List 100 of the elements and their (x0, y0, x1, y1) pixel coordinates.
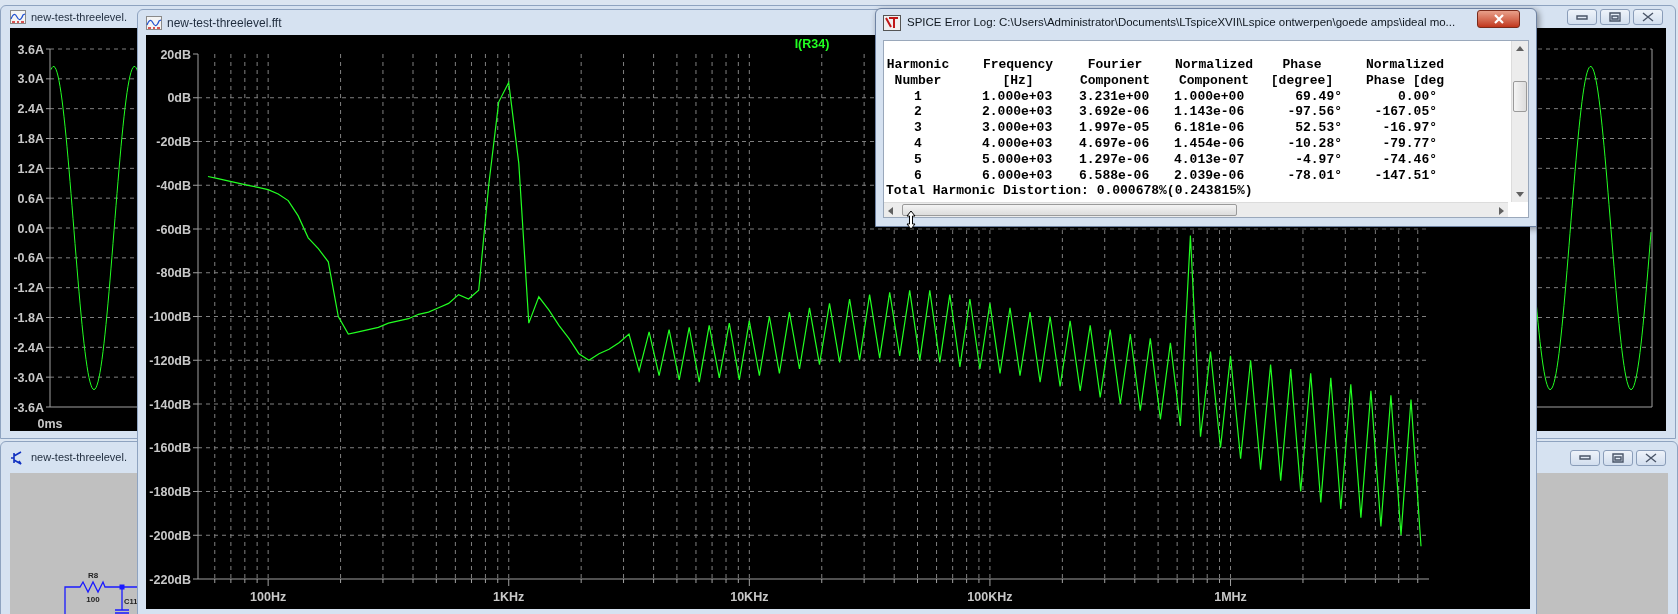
table-cell-text: 1 (913, 88, 923, 105)
table-cell-text: 69.49° (1294, 88, 1342, 105)
axis-label: 10KHz (730, 590, 769, 604)
axis-label: 0dB (167, 91, 191, 106)
scroll-down-icon (1516, 192, 1524, 197)
axis-label: 0.6A (17, 191, 44, 206)
tick-mark (192, 447, 199, 449)
table-cell-text: 52.53° (1294, 120, 1342, 136)
waveform-icon (146, 15, 162, 30)
vertical-scrollbar[interactable] (1511, 41, 1528, 202)
table-cell-text: 3 (913, 120, 923, 136)
tick-mark (192, 403, 199, 405)
window-title: SPICE Error Log: C:\Users\Administrator\Documents\LTspiceXVII\Lspice ontwerpen\goede amps\ideal mo... (907, 15, 1456, 31)
close-icon (1642, 12, 1654, 22)
tick-mark (1176, 578, 1178, 584)
summary-text: Total Harmonic Distortion: 0.000678%(0.243815%) (886, 183, 1254, 200)
column-header: Component (1177, 72, 1251, 89)
tick-mark (192, 141, 199, 142)
maximize-button[interactable] (1600, 9, 1630, 25)
tick-mark (192, 184, 199, 186)
table-cell-text: 2 (913, 104, 923, 121)
table-cell: 2.000e+03 (982, 104, 1054, 121)
table-cell-text: -97.56° (1286, 104, 1342, 121)
axis-label: 0.0A (17, 221, 44, 236)
tick-mark (952, 578, 954, 584)
column-header: Frequency (982, 57, 1054, 73)
table-cell: 1.000e+03 (982, 88, 1054, 105)
window-title: new-test-threelevel.fft (167, 14, 282, 32)
tick-mark (893, 578, 895, 584)
scroll-up-icon (1516, 46, 1524, 51)
column-header: Normalized (1366, 57, 1445, 73)
component-value: 100 (86, 595, 100, 604)
minimize-icon (1579, 455, 1591, 460)
tick-mark (623, 578, 625, 584)
waveform-icon (10, 10, 26, 24)
horizontal-scrollbar[interactable] (884, 202, 1508, 217)
table-cell-text: -10.28° (1286, 136, 1342, 152)
maximize-button[interactable] (1603, 449, 1633, 466)
scroll-left-icon (888, 207, 893, 215)
tick-mark (1374, 578, 1376, 584)
axis-label: 1.2A (17, 161, 44, 176)
tick-mark (382, 578, 384, 584)
minimize-button[interactable] (1570, 449, 1600, 466)
table-cell: 1.297e-06 (1079, 151, 1151, 168)
axis-label: -20dB (156, 135, 191, 149)
axis-label: 0ms (37, 417, 63, 431)
table-cell-text: -167.05° (1373, 104, 1438, 121)
tick-mark (863, 578, 865, 584)
table-cell-text: 6 (913, 167, 923, 184)
table-cell: 3.000e+03 (982, 120, 1054, 136)
scrollbar-thumb[interactable] (1513, 81, 1527, 112)
tick-mark (1417, 578, 1419, 584)
table-cell-text: -16.97° (1381, 120, 1438, 136)
table-cell-text: -147.51° (1373, 167, 1438, 184)
tick-mark (192, 272, 199, 274)
tick-mark (978, 578, 980, 584)
close-button[interactable] (1633, 9, 1663, 25)
tick-mark (917, 578, 918, 584)
tick-mark (192, 578, 199, 580)
tick-mark (1206, 578, 1208, 584)
close-button[interactable] (1477, 10, 1520, 28)
tick-mark (1398, 578, 1400, 584)
table-cell: 4.000e+03 (982, 136, 1054, 152)
table-cell: 6.000e+03 (982, 167, 1054, 184)
table-cell-text: 4 (913, 136, 923, 152)
table-cell: 1.997e-05 (1079, 120, 1151, 136)
tick-mark (497, 578, 499, 584)
close-button[interactable] (1636, 449, 1666, 466)
tick-mark (192, 53, 199, 55)
tick-mark (340, 578, 342, 584)
tick-mark (966, 578, 968, 584)
column-header: Number (893, 72, 943, 89)
axis-label: -100dB (149, 310, 191, 324)
window-title: new-test-threelevel. (31, 450, 127, 466)
table-cell: 4.697e-06 (1079, 136, 1151, 152)
axis-label: -160dB (149, 441, 191, 456)
tick-mark (1104, 578, 1106, 584)
axis-label: -3.0A (13, 370, 44, 385)
tick-mark (653, 578, 655, 584)
tick-mark (1157, 578, 1159, 584)
scroll-right-icon (1499, 207, 1504, 215)
table-cell-text: 1.143e-06 (1174, 104, 1246, 121)
axis-label: 1MHz (1214, 590, 1247, 604)
table-cell-text: -4.97° (1294, 151, 1342, 168)
axis-label: -0.6A (13, 251, 44, 266)
tick-mark (1061, 578, 1063, 584)
table-cell-text: 1.000e+00 (1174, 88, 1246, 105)
axis-label: -1.8A (13, 311, 44, 325)
tick-mark (192, 359, 199, 361)
column-header: [Hz] (1001, 72, 1035, 89)
axis-label: 3.0A (17, 72, 44, 87)
tick-mark (1344, 578, 1346, 584)
tick-mark (936, 578, 938, 584)
scrollbar-thumb[interactable] (902, 204, 1237, 216)
axis-label: 2.4A (17, 102, 44, 117)
close-icon (1492, 14, 1505, 24)
tick-mark (1230, 578, 1232, 587)
minimize-button[interactable] (1567, 9, 1597, 25)
tick-mark (821, 578, 823, 584)
axis-label: -220dB (149, 572, 191, 587)
